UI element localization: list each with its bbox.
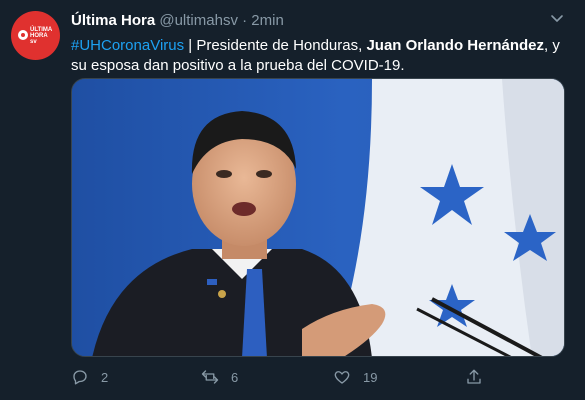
tweet-photo[interactable] (71, 78, 565, 357)
tweet-time[interactable]: 2min (251, 12, 284, 29)
retweet-count: 6 (231, 369, 239, 385)
avatar-logo: ÚLTIMA HORA sv (18, 27, 53, 45)
tweet-text-bold-name: Juan Orlando Hernández (366, 37, 544, 54)
retweet-icon (201, 370, 219, 384)
tweet-header: Última Hora @ultimahsv · 2min (71, 12, 284, 32)
tweet-card[interactable]: ÚLTIMA HORA sv Última Hora @ultimahsv · … (0, 0, 585, 400)
heart-icon (334, 371, 350, 384)
tweet-text-part1: | Presidente de Honduras, (184, 37, 367, 54)
tweet-text: #UHCoronaVirus | Presidente de Honduras,… (71, 36, 571, 76)
reply-action[interactable]: 2 (71, 366, 108, 388)
reply-icon (73, 370, 87, 385)
hashtag-link[interactable]: #UHCoronaVirus (71, 37, 184, 54)
share-action[interactable] (465, 366, 495, 388)
chevron-down-icon[interactable] (549, 10, 565, 26)
reply-count: 2 (101, 369, 109, 385)
like-count: 19 (363, 369, 378, 385)
avatar[interactable]: ÚLTIMA HORA sv (11, 11, 60, 60)
header-separator: · (242, 12, 248, 29)
logo-mark-icon (18, 30, 28, 40)
retweet-action[interactable]: 6 (201, 366, 238, 388)
author-handle[interactable]: @ultimahsv (159, 12, 238, 29)
photo-image (72, 79, 564, 356)
share-icon (467, 369, 481, 384)
avatar-logo-line3: sv (30, 39, 37, 45)
tweet-actions: 2 6 19 (71, 366, 565, 388)
like-action[interactable]: 19 (333, 366, 377, 388)
author-name[interactable]: Última Hora (71, 12, 155, 29)
